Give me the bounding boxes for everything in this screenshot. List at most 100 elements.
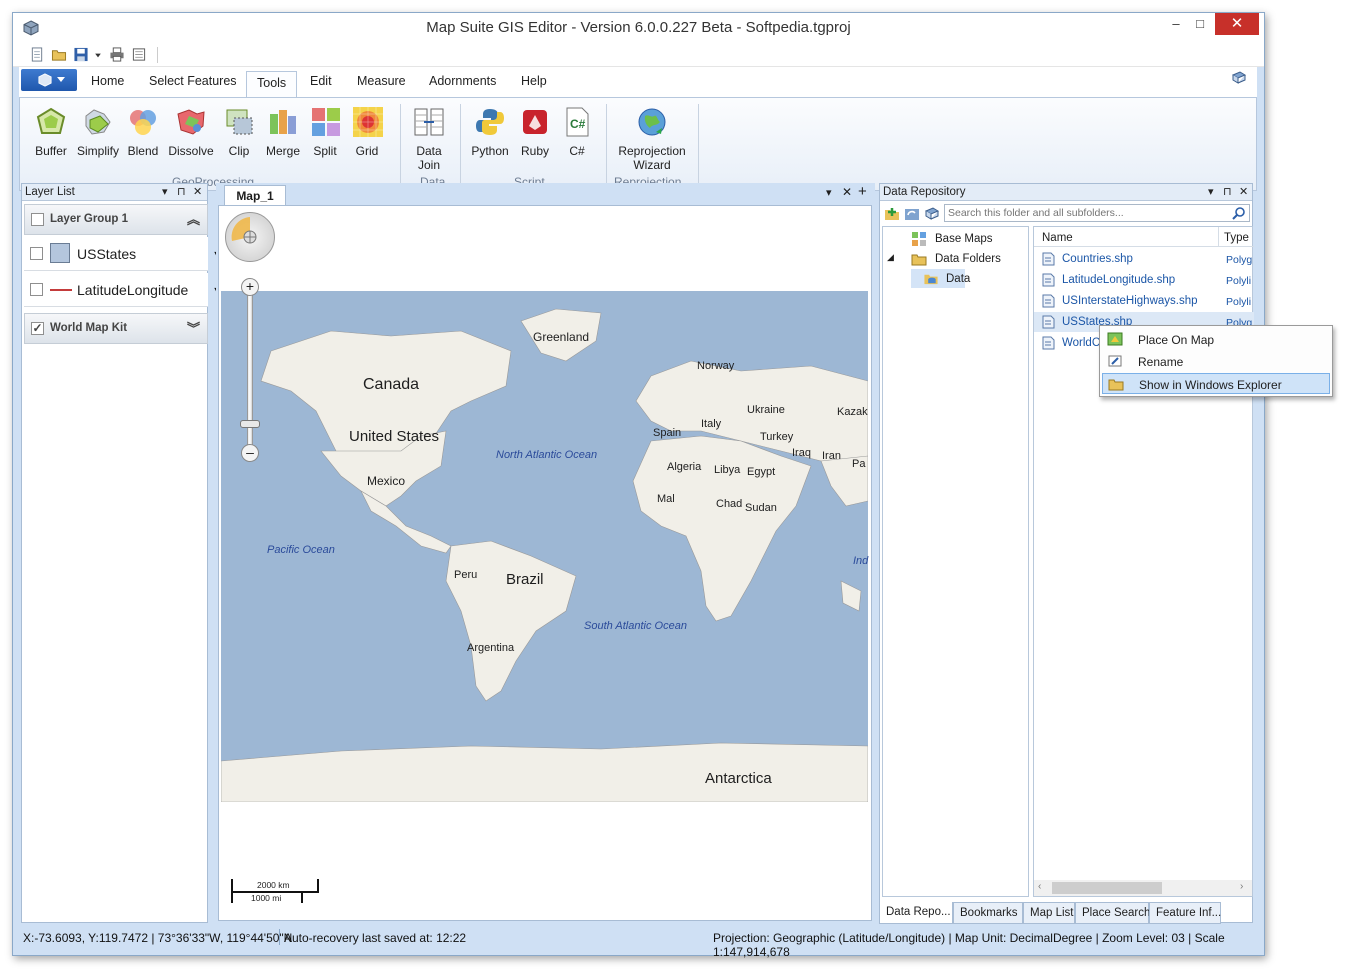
tab-feature-info[interactable]: Feature Inf...	[1149, 902, 1221, 924]
scroll-left-icon[interactable]: ‹	[1038, 881, 1041, 892]
zoom-slider[interactable]: + –	[240, 278, 260, 464]
data-repository-title-bar: Data Repository ▾ ⊓ ✕	[880, 184, 1252, 201]
refresh-icon[interactable]	[904, 206, 920, 222]
file-row[interactable]: USInterstateHighways.shp Polyli	[1034, 291, 1254, 311]
split-button[interactable]: Split	[310, 106, 340, 158]
tab-data-repository[interactable]: Data Repo...	[879, 902, 953, 924]
dissolve-button[interactable]: Dissolve	[166, 106, 216, 158]
buffer-button[interactable]: Buffer	[34, 106, 68, 158]
tree-item-data-folders[interactable]: Data Folders	[935, 253, 1001, 265]
search-icon[interactable]	[1232, 206, 1246, 220]
tab-home[interactable]: Home	[91, 74, 124, 88]
tab-help[interactable]: Help	[521, 74, 547, 88]
map-label-iraq: Iraq	[792, 447, 811, 459]
tab-adornments[interactable]: Adornments	[429, 74, 496, 88]
maximize-button[interactable]: □	[1185, 13, 1215, 35]
horizontal-scrollbar[interactable]: ‹ ›	[1034, 880, 1252, 896]
zoom-slider-thumb[interactable]	[240, 420, 260, 428]
context-item-show-in-explorer[interactable]: Show in Windows Explorer	[1102, 373, 1330, 394]
simplify-button[interactable]: Simplify	[76, 106, 120, 158]
file-row[interactable]: Countries.shp Polyg	[1034, 249, 1254, 269]
column-header-type[interactable]: Type	[1224, 232, 1249, 244]
group-separator	[400, 104, 401, 186]
map-label-spain: Spain	[653, 427, 682, 439]
expand-down-icon[interactable]: ︾	[187, 318, 200, 337]
reprojection-wizard-button[interactable]: Reprojection Wizard	[612, 106, 692, 172]
map-label-south-atlantic: South Atlantic Ocean	[584, 620, 687, 632]
ruby-button[interactable]: Ruby	[518, 106, 552, 158]
pin-icon[interactable]: ⊓	[1223, 185, 1232, 198]
help-book-icon[interactable]	[1231, 71, 1247, 85]
layer-group-1-header[interactable]: Layer Group 1 ︽	[24, 204, 208, 235]
tree-item-data-selected[interactable]: Data	[911, 269, 970, 288]
tab-edit[interactable]: Edit	[310, 74, 332, 88]
quick-access-toolbar	[13, 43, 1264, 67]
zoom-track[interactable]	[247, 288, 253, 454]
shapefile-icon	[1042, 294, 1055, 308]
tab-select-features[interactable]: Select Features	[149, 74, 237, 88]
python-button[interactable]: Python	[470, 106, 510, 158]
scrollbar-thumb[interactable]	[1052, 882, 1162, 894]
open-folder-icon[interactable]	[51, 47, 67, 62]
layer-usstates-checkbox[interactable]	[30, 247, 43, 260]
grid-button[interactable]: Grid	[352, 106, 383, 158]
blend-button[interactable]: Blend	[126, 106, 160, 158]
tab-bookmarks[interactable]: Bookmarks	[953, 902, 1023, 924]
split-icon	[312, 108, 340, 136]
panel-menu-arrow-icon[interactable]: ▾	[1208, 185, 1214, 198]
new-document-icon[interactable]	[29, 47, 45, 62]
zoom-in-button[interactable]: +	[241, 278, 259, 296]
document-menu-arrow-icon[interactable]: ▾	[826, 186, 832, 199]
context-item-rename[interactable]: Rename	[1102, 351, 1330, 372]
panel-menu-arrow-icon[interactable]: ▾	[162, 185, 168, 198]
tab-map-list[interactable]: Map List	[1023, 902, 1075, 924]
merge-button[interactable]: Merge	[264, 106, 302, 158]
column-divider[interactable]	[1218, 227, 1219, 247]
dropdown-arrow-icon[interactable]	[93, 47, 103, 62]
scale-km-label: 2000 km	[257, 880, 290, 890]
tab-place-search[interactable]: Place Search	[1075, 902, 1150, 924]
map-canvas[interactable]: + – Greenland Canada United States Mexic…	[218, 205, 872, 921]
reprojection-label-line2: Wizard	[633, 158, 671, 172]
clip-button[interactable]: Clip	[224, 106, 254, 158]
zoom-out-button[interactable]: –	[241, 444, 259, 462]
shapefile-icon	[1042, 315, 1055, 329]
add-folder-icon[interactable]	[884, 206, 900, 222]
close-button[interactable]: ✕	[1215, 13, 1259, 35]
layer-latlong-checkbox[interactable]	[30, 283, 43, 296]
world-map-kit-checkbox[interactable]: ✓	[31, 322, 44, 335]
file-row[interactable]: LatitudeLongitude.shp Polyli	[1034, 270, 1254, 290]
save-icon[interactable]	[73, 47, 89, 62]
scale-bar-tick	[231, 879, 233, 903]
tab-measure[interactable]: Measure	[357, 74, 406, 88]
pin-icon[interactable]: ⊓	[177, 185, 186, 198]
scroll-right-icon[interactable]: ›	[1240, 881, 1243, 892]
shapefile-icon	[1042, 273, 1055, 287]
map-label-egypt: Egypt	[747, 466, 776, 478]
panel-close-icon[interactable]: ✕	[1239, 185, 1248, 198]
data-join-button[interactable]: Data Join	[412, 106, 446, 172]
world-map-kit-header[interactable]: ✓ World Map Kit ︾	[24, 313, 208, 344]
tree-expand-triangle-icon[interactable]: ◢	[887, 252, 894, 263]
explorer-folder-icon	[1108, 379, 1124, 391]
column-header-name[interactable]: Name	[1042, 232, 1073, 244]
context-item-place-on-map[interactable]: Place On Map	[1102, 329, 1330, 350]
repository-search-input[interactable]	[945, 205, 1225, 221]
print-icon[interactable]	[109, 47, 125, 62]
pan-navigation-control[interactable]	[225, 212, 275, 262]
print-preview-icon[interactable]	[131, 47, 147, 62]
help-book-icon[interactable]	[924, 206, 940, 222]
panel-close-icon[interactable]: ✕	[193, 185, 202, 198]
add-map-icon[interactable]: +	[858, 183, 867, 200]
tab-map-1[interactable]: Map_1	[224, 185, 286, 205]
tree-item-base-maps[interactable]: Base Maps	[935, 233, 993, 245]
application-menu-button[interactable]	[21, 69, 77, 91]
document-close-icon[interactable]: ✕	[842, 185, 852, 199]
repository-search-box[interactable]	[944, 204, 1250, 222]
csharp-button[interactable]: C# C#	[560, 106, 594, 158]
layer-item-usstates[interactable]: USStates ▼	[24, 237, 221, 271]
layer-group-1-checkbox[interactable]	[31, 213, 44, 226]
collapse-up-icon[interactable]: ︽	[187, 209, 200, 228]
python-logo-icon	[476, 109, 504, 135]
layer-item-latitudelongitude[interactable]: LatitudeLongitude ▼	[24, 273, 221, 307]
